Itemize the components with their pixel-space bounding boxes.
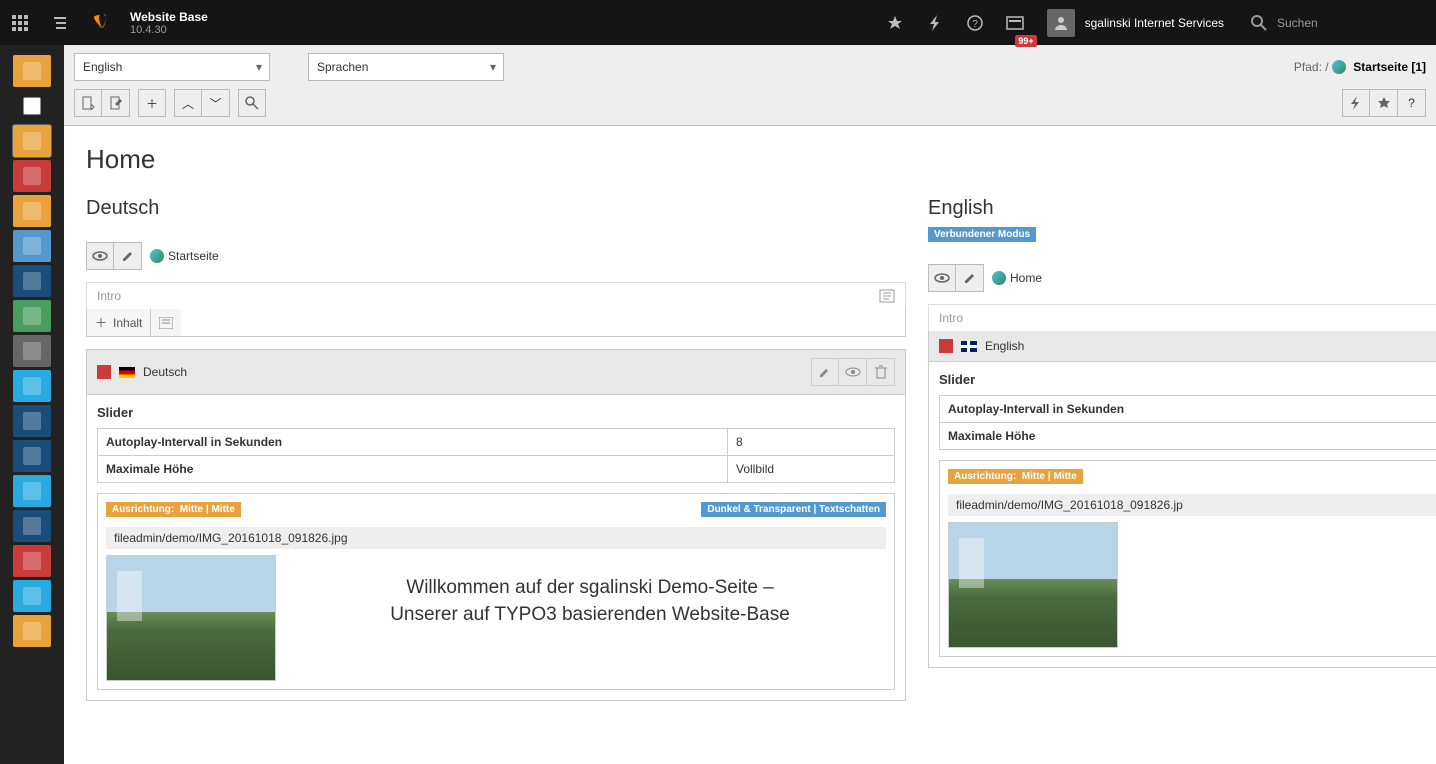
module-item-9[interactable] xyxy=(13,370,51,402)
language-select[interactable]: English xyxy=(74,53,270,81)
edit-page-en-button[interactable] xyxy=(956,264,984,292)
content-element-de: Deutsch Slider Autoplay-Intervall in Sek… xyxy=(86,349,906,701)
search-box[interactable]: Suchen xyxy=(1236,15,1436,31)
module-item-13[interactable] xyxy=(13,510,51,542)
search-placeholder: Suchen xyxy=(1277,16,1318,30)
view-page-de-button[interactable] xyxy=(86,242,114,270)
thumbnail-en xyxy=(948,522,1118,648)
flag-de-icon xyxy=(119,367,135,378)
section-icon[interactable] xyxy=(879,289,895,303)
module-item-2[interactable] xyxy=(13,125,51,157)
slide-title-en: Welcome to the s Our TYPO3-ba xyxy=(1136,542,1436,595)
ce-delete-button[interactable] xyxy=(867,358,895,386)
module-item-0[interactable] xyxy=(13,55,51,87)
slide-title-de: Willkommen auf der sgalinski Demo-Seite … xyxy=(294,575,886,628)
user-name: sgalinski Internet Services xyxy=(1085,16,1224,30)
props-table-en: Autoplay-Intervall in Sekunden Maximale … xyxy=(939,395,1436,450)
module-item-1[interactable] xyxy=(13,90,51,122)
align-tag-en: Ausrichtung: Mitte | Mitte xyxy=(948,469,1083,484)
image-icon xyxy=(97,365,111,379)
slide-box-de: Ausrichtung: Mitte | Mitte Dunkel & Tran… xyxy=(97,493,895,690)
svg-text:?: ? xyxy=(972,19,978,30)
mode-badge: Verbundener Modus xyxy=(928,227,1036,242)
module-item-6[interactable] xyxy=(13,265,51,297)
module-item-15[interactable] xyxy=(13,580,51,612)
content-area: English Sprachen Pfad: / Startseite [1] … xyxy=(64,45,1436,764)
add-content-button[interactable]: ＋ Inhalt xyxy=(87,309,151,336)
view-page-en-button[interactable] xyxy=(928,264,956,292)
doc-header: English Sprachen Pfad: / Startseite [1] … xyxy=(64,45,1436,126)
cache-button[interactable] xyxy=(1342,89,1370,117)
file-path-en: fileadmin/demo/IMG_20161018_091826.jp xyxy=(948,494,1436,516)
flag-en-icon xyxy=(961,341,977,352)
doc-open-button[interactable] xyxy=(74,89,102,117)
thumbnail-de xyxy=(106,555,276,681)
module-item-3[interactable] xyxy=(13,160,51,192)
help-icon[interactable]: ? xyxy=(955,0,995,45)
globe-icon xyxy=(1332,60,1346,74)
typo3-logo-icon xyxy=(80,12,120,34)
edit-page-de-button[interactable] xyxy=(114,242,142,270)
module-bar xyxy=(0,45,64,764)
module-item-16[interactable] xyxy=(13,615,51,647)
module-item-12[interactable] xyxy=(13,475,51,507)
page-name-de: Startseite xyxy=(168,249,219,263)
breadcrumb: Pfad: / Startseite [1] xyxy=(1294,60,1426,75)
star-icon[interactable] xyxy=(875,0,915,45)
notifications-icon[interactable]: 99+ xyxy=(995,0,1035,45)
globe-icon xyxy=(992,271,1006,285)
user-menu[interactable]: sgalinski Internet Services xyxy=(1035,9,1236,37)
page-title: Home xyxy=(86,144,1414,175)
ce-hide-button[interactable] xyxy=(839,358,867,386)
bookmark-button[interactable] xyxy=(1370,89,1398,117)
avatar-icon xyxy=(1047,9,1075,37)
col-heading-de: Deutsch xyxy=(86,197,906,220)
tree-icon[interactable] xyxy=(40,0,80,45)
module-item-14[interactable] xyxy=(13,545,51,577)
column-en: English Verbundener Modus Home Intro xyxy=(928,197,1436,701)
mode-select[interactable]: Sprachen xyxy=(308,53,504,81)
section-intro-de: Intro xyxy=(86,282,906,309)
globe-icon xyxy=(150,249,164,263)
module-item-10[interactable] xyxy=(13,405,51,437)
module-item-5[interactable] xyxy=(13,230,51,262)
apps-icon[interactable] xyxy=(0,0,40,45)
content-element-en: English Slider Autoplay-Intervall in Sek… xyxy=(928,331,1436,668)
add-content-wizard-button[interactable] xyxy=(151,309,181,336)
column-de: Deutsch Startseite Intro ＋ Inhalt xyxy=(86,197,906,701)
new-button[interactable]: ＋ xyxy=(138,89,166,117)
align-tag-de: Ausrichtung: Mitte | Mitte xyxy=(106,502,241,517)
new-content-row: ＋ Inhalt xyxy=(86,309,906,337)
module-item-11[interactable] xyxy=(13,440,51,472)
style-tag-de: Dunkel & Transparent | Textschatten xyxy=(701,502,886,517)
bolt-icon[interactable] xyxy=(915,0,955,45)
col-heading-en: English xyxy=(928,197,1436,220)
search-button[interactable] xyxy=(238,89,266,117)
slider-label-en: Slider xyxy=(939,372,1436,387)
ce-lang-de: Deutsch xyxy=(143,365,187,379)
slider-label-de: Slider xyxy=(97,405,895,420)
site-info: Website Base 10.4.30 xyxy=(120,10,218,36)
file-path-de: fileadmin/demo/IMG_20161018_091826.jpg xyxy=(106,527,886,549)
site-title: Website Base xyxy=(130,10,208,24)
module-item-7[interactable] xyxy=(13,300,51,332)
top-bar: Website Base 10.4.30 ? 99+ sgalinski Int… xyxy=(0,0,1436,45)
ce-lang-en: English xyxy=(985,339,1024,353)
search-icon xyxy=(1251,15,1267,31)
module-item-8[interactable] xyxy=(13,335,51,367)
help-button[interactable]: ? xyxy=(1398,89,1426,117)
image-icon xyxy=(939,339,953,353)
view-buttons xyxy=(74,89,130,117)
up-button[interactable]: ︿ xyxy=(174,89,202,117)
section-intro-en: Intro xyxy=(928,304,1436,331)
module-item-4[interactable] xyxy=(13,195,51,227)
page-name-en: Home xyxy=(1010,271,1042,285)
ce-edit-button[interactable] xyxy=(811,358,839,386)
props-table-de: Autoplay-Intervall in Sekunden8 Maximale… xyxy=(97,428,895,483)
slide-box-en: Ausrichtung: Mitte | Mitte fileadmin/dem… xyxy=(939,460,1436,657)
doc-edit-button[interactable] xyxy=(102,89,130,117)
down-button[interactable]: ﹀ xyxy=(202,89,230,117)
notification-badge: 99+ xyxy=(1015,35,1036,47)
site-version: 10.4.30 xyxy=(130,24,208,36)
